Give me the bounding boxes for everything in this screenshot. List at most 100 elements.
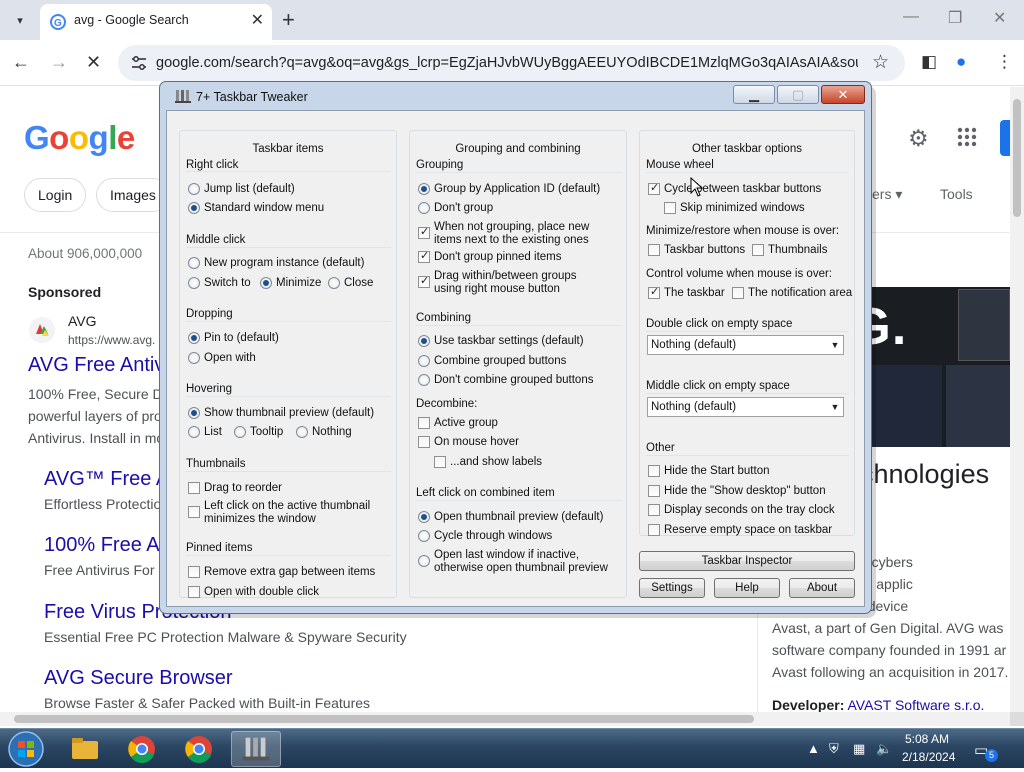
standard-window-menu-radio[interactable]	[188, 202, 200, 214]
option-label[interactable]: New program instance (default)	[204, 257, 364, 270]
pin-to-radio[interactable]	[188, 332, 200, 344]
minimize-icon[interactable]: —	[903, 8, 919, 26]
maximize-button[interactable]: ▢	[777, 85, 819, 104]
option-label[interactable]: minimizes the window	[204, 513, 316, 526]
option-label[interactable]: ...and show labels	[450, 456, 542, 469]
menu-dots-icon[interactable]: ⋮	[996, 52, 1013, 72]
show-thumbnail-preview-radio[interactable]	[188, 407, 200, 419]
profile-icon[interactable]: ●	[956, 52, 966, 72]
option-label[interactable]: Tooltip	[250, 426, 283, 439]
network-icon[interactable]: ▦	[853, 741, 865, 757]
option-label[interactable]: Pin to (default)	[204, 332, 279, 345]
forward-arrow-icon[interactable]: →	[50, 52, 68, 73]
option-label[interactable]: Minimize	[276, 277, 321, 290]
list-radio[interactable]	[188, 426, 200, 438]
double-click-action-select[interactable]: Nothing (default) ▼	[647, 335, 844, 355]
open-with-double-click-checkbox[interactable]	[188, 586, 200, 598]
option-label[interactable]: Thumbnails	[768, 244, 827, 257]
option-label[interactable]: Left click on the active thumbnail	[204, 500, 370, 513]
clock-time[interactable]: 5:08 AM	[905, 732, 949, 746]
middle-click-action-select[interactable]: Nothing (default) ▼	[647, 397, 844, 417]
chrome-icon[interactable]	[117, 731, 167, 767]
chip-login[interactable]: Login	[24, 178, 87, 212]
close-window-icon[interactable]: ✕	[993, 8, 1006, 28]
option-label[interactable]: Don't combine grouped buttons	[434, 374, 593, 387]
option-label[interactable]: Open with double click	[204, 586, 319, 599]
option-label[interactable]: Hide the "Show desktop" button	[664, 485, 826, 498]
star-icon[interactable]: ☆	[872, 51, 889, 74]
option-label[interactable]: items next to the existing ones	[434, 234, 589, 247]
place-new-items-checkbox[interactable]	[418, 225, 430, 239]
close-radio[interactable]	[328, 277, 340, 289]
cycle-taskbar-buttons-checkbox[interactable]	[648, 181, 660, 195]
settings-button[interactable]: Settings	[639, 578, 705, 598]
minimize-thumbnails-checkbox[interactable]	[752, 244, 764, 256]
option-label[interactable]: Nothing	[312, 426, 352, 439]
option-label[interactable]: Open thumbnail preview (default)	[434, 511, 603, 524]
cycle-through-windows-radio[interactable]	[418, 530, 430, 542]
display-seconds-checkbox[interactable]	[648, 504, 660, 516]
volume-icon[interactable]: 🔈	[876, 741, 892, 757]
start-button[interactable]	[6, 730, 46, 768]
clock-date[interactable]: 2/18/2024	[902, 750, 955, 764]
show-labels-checkbox[interactable]	[434, 456, 446, 468]
tooltip-radio[interactable]	[234, 426, 246, 438]
drag-to-reorder-checkbox[interactable]	[188, 482, 200, 494]
close-button[interactable]: ✕	[821, 85, 865, 104]
minimize-radio[interactable]	[260, 277, 272, 289]
use-taskbar-settings-radio[interactable]	[418, 335, 430, 347]
google-logo[interactable]: Google	[24, 119, 135, 157]
option-label[interactable]: Don't group	[434, 202, 493, 215]
drag-right-mouse-checkbox[interactable]	[418, 274, 430, 288]
side-panel-icon[interactable]: ◧	[921, 52, 937, 72]
option-label[interactable]: Drag to reorder	[204, 482, 282, 495]
shield-icon[interactable]: ⛨	[829, 741, 839, 757]
option-label[interactable]: using right mouse button	[434, 283, 560, 296]
option-label[interactable]: Jump list (default)	[204, 183, 295, 196]
skip-minimized-checkbox[interactable]	[664, 202, 676, 214]
apps-grid-icon[interactable]	[957, 127, 977, 147]
remove-extra-gap-checkbox[interactable]	[188, 566, 200, 578]
ad-title-link[interactable]: AVG Free Antivi	[28, 354, 169, 377]
open-last-window-radio[interactable]	[418, 555, 430, 567]
chrome-icon[interactable]	[174, 731, 224, 767]
dont-group-pinned-checkbox[interactable]	[418, 249, 430, 263]
plus-icon[interactable]: +	[282, 7, 295, 33]
option-label[interactable]: Cycle between taskbar buttons	[664, 183, 821, 196]
site-info-icon[interactable]	[130, 54, 148, 72]
open-with-radio[interactable]	[188, 352, 200, 364]
option-label[interactable]: On mouse hover	[434, 436, 519, 449]
vertical-scrollbar[interactable]	[1010, 87, 1024, 712]
option-label[interactable]: Hide the Start button	[664, 465, 769, 478]
option-label[interactable]: Reserve empty space on taskbar	[664, 524, 832, 537]
about-button[interactable]: About	[789, 578, 855, 598]
taskbar-tweaker-icon[interactable]	[231, 731, 281, 767]
option-label[interactable]: Standard window menu	[204, 202, 324, 215]
option-label[interactable]: Close	[344, 277, 373, 290]
minimize-taskbar-buttons-checkbox[interactable]	[648, 244, 660, 256]
minimize-button[interactable]: ▁	[733, 85, 775, 104]
sitelink-title[interactable]: AVG Secure Browser	[44, 667, 233, 690]
new-program-instance-radio[interactable]	[188, 257, 200, 269]
switch-to-radio[interactable]	[188, 277, 200, 289]
option-label[interactable]: When not grouping, place new	[434, 221, 589, 234]
scroll-thumb[interactable]	[14, 715, 754, 723]
option-label[interactable]: Remove extra gap between items	[204, 566, 375, 579]
option-label[interactable]: Combine grouped buttons	[434, 355, 566, 368]
folder-icon[interactable]	[60, 731, 110, 767]
option-label[interactable]: Use taskbar settings (default)	[434, 335, 584, 348]
help-button[interactable]: Help	[714, 578, 780, 598]
option-label[interactable]: Taskbar buttons	[664, 244, 745, 257]
volume-notification-area-checkbox[interactable]	[732, 287, 744, 299]
open-thumbnail-preview-radio[interactable]	[418, 511, 430, 523]
hide-show-desktop-checkbox[interactable]	[648, 485, 660, 497]
back-arrow-icon[interactable]: ←	[12, 52, 30, 73]
active-group-checkbox[interactable]	[418, 417, 430, 429]
sitelink-title[interactable]: AVG™ Free A	[44, 468, 169, 491]
dont-group-radio[interactable]	[418, 202, 430, 214]
scroll-thumb[interactable]	[1013, 99, 1021, 217]
option-label[interactable]: The notification area	[748, 287, 852, 300]
option-label[interactable]: List	[204, 426, 222, 439]
taskbar-inspector-button[interactable]: Taskbar Inspector	[639, 551, 855, 571]
dont-combine-radio[interactable]	[418, 374, 430, 386]
